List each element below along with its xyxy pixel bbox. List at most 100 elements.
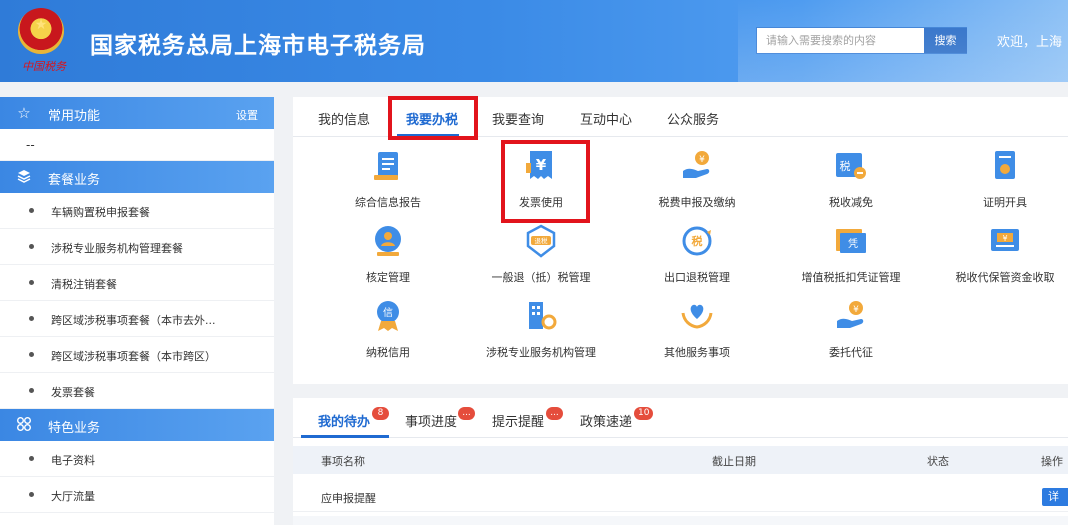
svg-text:退税: 退税: [535, 236, 549, 245]
yen-card-icon: ¥: [991, 229, 1019, 251]
sidebar-section-special[interactable]: 特色业务: [0, 409, 274, 441]
func-label: 税收代保管资金收取: [955, 271, 1055, 284]
svg-text:税: 税: [840, 159, 851, 173]
sidebar-section-package[interactable]: 套餐业务: [0, 161, 274, 193]
func-agency-mgmt[interactable]: 涉税专业服务机构管理: [471, 299, 611, 363]
func-certificate[interactable]: 证明开具: [935, 149, 1068, 213]
column-header: 事项名称: [321, 455, 365, 468]
func-label: 纳税信用: [366, 346, 410, 359]
svg-text:凭: 凭: [848, 237, 858, 250]
sidebar-item[interactable]: 大厅流量: [0, 477, 274, 513]
tab-interaction[interactable]: 互动中心: [580, 109, 632, 128]
tab-query[interactable]: 我要查询: [492, 109, 544, 128]
certificate-icon: [995, 151, 1015, 179]
table-row-next: [293, 516, 1068, 525]
func-label: 综合信息报告: [355, 196, 421, 209]
active-todo-tab-indicator: [301, 435, 389, 438]
tax-reduction-icon: 税: [836, 153, 866, 179]
sidebar-section-label: 特色业务: [48, 421, 101, 436]
func-entrusted-collection[interactable]: ¥ 委托代征: [781, 299, 921, 363]
todo-tabs: 我的待办 8 事项进度 ... 提示提醒 ... 政策速递 10: [293, 398, 1068, 438]
policy-badge: 10: [634, 407, 654, 420]
search-button[interactable]: 搜索: [924, 28, 967, 53]
sidebar-item-label: 发票套餐: [51, 386, 95, 399]
sidebar-item-label: 清税注销套餐: [51, 278, 117, 291]
func-export-refund[interactable]: 税 出口退税管理: [627, 224, 767, 288]
func-label: 增值税抵扣凭证管理: [801, 271, 901, 284]
emblem-star-icon: ★: [34, 17, 48, 33]
func-label: 核定管理: [366, 271, 410, 284]
svg-text:信: 信: [383, 307, 393, 319]
sidebar-empty-placeholder: --: [0, 129, 274, 161]
column-header: 截止日期: [712, 455, 756, 468]
reminders-badge: ...: [546, 407, 563, 420]
func-label: 委托代征: [829, 346, 873, 359]
search-input[interactable]: [757, 28, 922, 53]
sidebar-item[interactable]: 发票套餐: [0, 373, 274, 409]
func-other-services[interactable]: 其他服务事项: [627, 299, 767, 363]
highlight-box-tab: [388, 96, 478, 140]
tax-refund-shield-icon: 退税: [526, 224, 556, 258]
detail-button[interactable]: 详: [1042, 488, 1068, 506]
func-report[interactable]: 综合信息报告: [318, 149, 458, 213]
func-vat-voucher[interactable]: 凭 增值税抵扣凭证管理: [781, 224, 921, 288]
tab-progress[interactable]: 事项进度: [405, 411, 457, 430]
tab-reminders[interactable]: 提示提醒: [492, 411, 544, 430]
sidebar: ☆ 常用功能 设置 -- 套餐业务 车辆购置税申报套餐 涉税专业服务机构管理套餐…: [0, 97, 274, 525]
func-tax-declare[interactable]: ¥ 税费申报及缴纳: [627, 149, 767, 213]
sidebar-item[interactable]: 清税注销套餐: [0, 265, 274, 301]
sidebar-item[interactable]: 车辆购置税申报套餐: [0, 193, 274, 229]
column-header: 状态: [927, 455, 949, 468]
hand-coin-icon: ¥: [683, 151, 710, 178]
tab-my-todo[interactable]: 我的待办: [318, 411, 370, 430]
report-icon: [374, 152, 398, 180]
sidebar-item[interactable]: 涉税专业服务机构管理套餐: [0, 229, 274, 265]
func-label: 税费申报及缴纳: [658, 196, 736, 209]
table-row: 应申报提醒 详: [293, 482, 1068, 512]
tab-policy-news[interactable]: 政策速递: [580, 411, 632, 430]
site-title: 国家税务总局上海市电子税务局: [90, 33, 426, 59]
grid-icon: [15, 416, 33, 436]
func-credit[interactable]: 信 纳税信用: [318, 299, 458, 363]
todo-count-badge: 8: [372, 407, 389, 420]
sidebar-item-label: 车辆购置税申报套餐: [51, 206, 150, 219]
tab-public-service[interactable]: 公众服务: [667, 109, 719, 128]
todo-panel: 我的待办 8 事项进度 ... 提示提醒 ... 政策速递 10 事项名称 截止…: [293, 398, 1068, 525]
sidebar-section-label: 常用功能: [48, 109, 101, 124]
func-label: 一般退（抵）税管理: [491, 271, 591, 284]
todo-table-header: 事项名称 截止日期 状态 操作: [293, 446, 1068, 474]
func-tax-reduction[interactable]: 税 税收减免: [781, 149, 921, 213]
func-label: 涉税专业服务机构管理: [486, 346, 596, 359]
site-header: ★ 中国税务 国家税务总局上海市电子税务局 搜索 欢迎，上海: [0, 0, 1068, 82]
tab-my-info[interactable]: 我的信息: [318, 109, 370, 128]
svg-text:税: 税: [692, 234, 703, 248]
main-panel: 我的信息 我要办税 我要查询 互动中心 公众服务 综合信息报告 ¥ 发票使用 ¥…: [293, 96, 1068, 384]
func-fund-custody[interactable]: ¥ 税收代保管资金收取: [935, 224, 1068, 288]
star-icon: ☆: [17, 104, 31, 122]
highlight-box-invoice: [501, 140, 590, 223]
svg-text:¥: ¥: [699, 155, 705, 165]
svg-text:¥: ¥: [1002, 234, 1007, 243]
sidebar-section-common[interactable]: ☆ 常用功能 设置: [0, 97, 274, 129]
sidebar-section-label: 套餐业务: [48, 173, 101, 188]
sidebar-item[interactable]: 跨区域涉税事项套餐（本市跨区）: [0, 337, 274, 373]
func-label: 证明开具: [983, 196, 1027, 209]
sidebar-item-label: 涉税专业服务机构管理套餐: [51, 242, 183, 255]
func-assessment[interactable]: 核定管理: [318, 224, 458, 288]
settings-link[interactable]: 设置: [236, 107, 258, 123]
heart-hands-icon: [681, 304, 713, 329]
hand-coin-icon: ¥: [837, 301, 864, 328]
person-badge-icon: [375, 226, 401, 256]
sidebar-item-label: 大厅流量: [51, 490, 95, 503]
sidebar-item-label: 跨区域涉税事项套餐（本市跨区）: [51, 350, 216, 363]
sidebar-item-label: 电子资料: [51, 454, 95, 467]
func-tax-refund[interactable]: 退税 一般退（抵）税管理: [471, 224, 611, 288]
todo-item-name: 应申报提醒: [321, 492, 376, 505]
sidebar-item[interactable]: 电子资料: [0, 441, 274, 477]
sidebar-item-label: 跨区域涉税事项套餐（本市去外...: [51, 314, 216, 327]
func-label: 税收减免: [829, 196, 873, 209]
sidebar-item[interactable]: 跨区域涉税事项套餐（本市去外...: [0, 301, 274, 337]
progress-badge: ...: [458, 407, 475, 420]
column-header: 操作: [1041, 455, 1063, 468]
layers-icon: [15, 168, 33, 188]
